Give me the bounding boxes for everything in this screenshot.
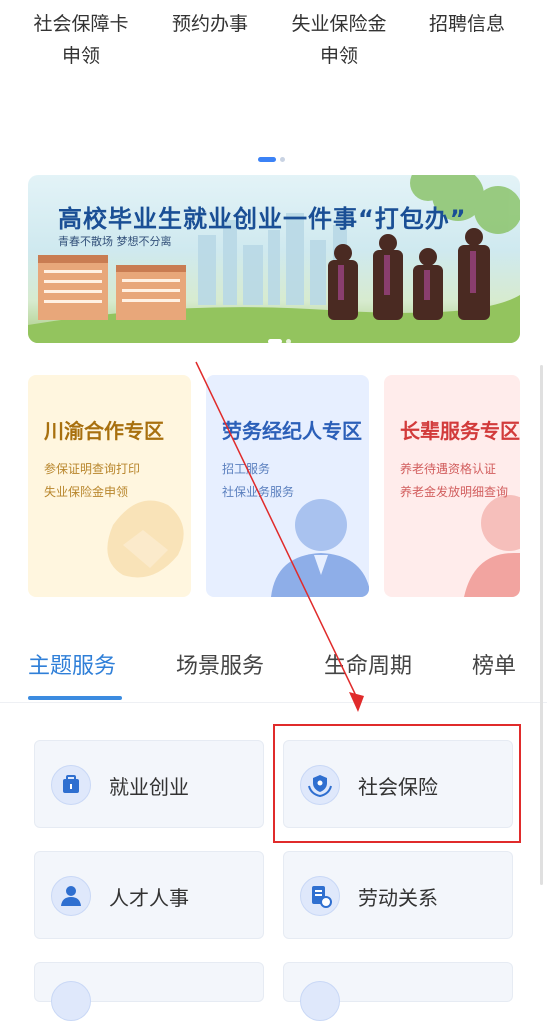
quick-item-label: 申领: [61, 45, 100, 67]
zone-service-link[interactable]: 养老金发放明细查询: [400, 483, 508, 500]
service-label: 就业创业: [109, 775, 189, 799]
zone-service-link[interactable]: 参保证明查询打印: [44, 460, 140, 477]
zone-service-link[interactable]: 社保业务服务: [222, 483, 294, 500]
banner-dot: [286, 339, 291, 343]
quick-menu: 社会保障卡 申领 预约办事 失业保险金 申领 招聘信息: [0, 0, 547, 90]
document-gear-icon: [300, 876, 340, 916]
zone-labor-broker[interactable]: 劳务经纪人专区 招工服务 社保业务服务: [206, 375, 369, 597]
banner-subtitle: 青春不散场 梦想不分离: [58, 235, 172, 248]
service-label: 劳动关系: [358, 886, 438, 910]
zone-service-link[interactable]: 失业保险金申领: [44, 483, 128, 500]
service-employment[interactable]: 就业创业: [34, 740, 264, 828]
zone-title: 劳务经纪人专区: [222, 419, 362, 443]
service-label: 人才人事: [109, 886, 189, 910]
zone-elderly-service[interactable]: 长辈服务专区 养老待遇资格认证 养老金发放明细查询: [384, 375, 520, 597]
zone-service-link[interactable]: 招工服务: [222, 460, 270, 477]
banner-dot-active: [268, 339, 282, 343]
quick-item-label: 失业保险金: [291, 13, 387, 35]
zone-title: 川渝合作专区: [44, 419, 164, 443]
service-talent-personnel[interactable]: 人才人事: [34, 851, 264, 939]
quick-item-label: 招聘信息: [428, 13, 505, 35]
zone-title: 长辈服务专区: [400, 419, 520, 443]
quick-item-label: 预约办事: [171, 13, 248, 35]
scrollbar[interactable]: [540, 365, 543, 885]
briefcase-icon: [51, 765, 91, 805]
tab-life-cycle[interactable]: 生命周期: [324, 648, 412, 680]
service-tabs: 主题服务 场景服务 生命周期 榜单: [0, 630, 547, 703]
quick-item-jobs[interactable]: 招聘信息: [402, 8, 532, 40]
tab-theme-services[interactable]: 主题服务: [28, 648, 116, 680]
banner-title: 高校毕业生就业创业一件事“打包办”: [58, 205, 467, 233]
tab-scene-services[interactable]: 场景服务: [176, 648, 264, 680]
zone-sichuan-chongqing[interactable]: 川渝合作专区 参保证明查询打印 失业保险金申领: [28, 375, 191, 597]
quick-item-label: 社会保障卡: [33, 13, 129, 35]
zone-service-link[interactable]: 养老待遇资格认证: [400, 460, 496, 477]
quick-item-label: 申领: [319, 45, 358, 67]
service-icon: [51, 981, 91, 1021]
quick-item-appointment[interactable]: 预约办事: [145, 8, 275, 40]
annotation-highlight-box: [273, 724, 521, 843]
promo-banner[interactable]: 高校毕业生就业创业一件事“打包办” 青春不散场 梦想不分离: [28, 175, 520, 343]
quick-item-unemployment[interactable]: 失业保险金 申领: [274, 8, 404, 72]
service-icon: [300, 981, 340, 1021]
page-dot: [280, 157, 285, 162]
service-card-partial[interactable]: [283, 962, 513, 1021]
quick-item-social-card[interactable]: 社会保障卡 申领: [16, 8, 146, 72]
tab-active-indicator: [28, 696, 122, 700]
person-icon: [51, 876, 91, 916]
page-dot-active: [258, 157, 276, 162]
service-labor-relations[interactable]: 劳动关系: [283, 851, 513, 939]
banner-indicator: [268, 329, 295, 343]
service-card-partial[interactable]: [34, 962, 264, 1021]
tab-rankings[interactable]: 榜单: [472, 648, 516, 680]
